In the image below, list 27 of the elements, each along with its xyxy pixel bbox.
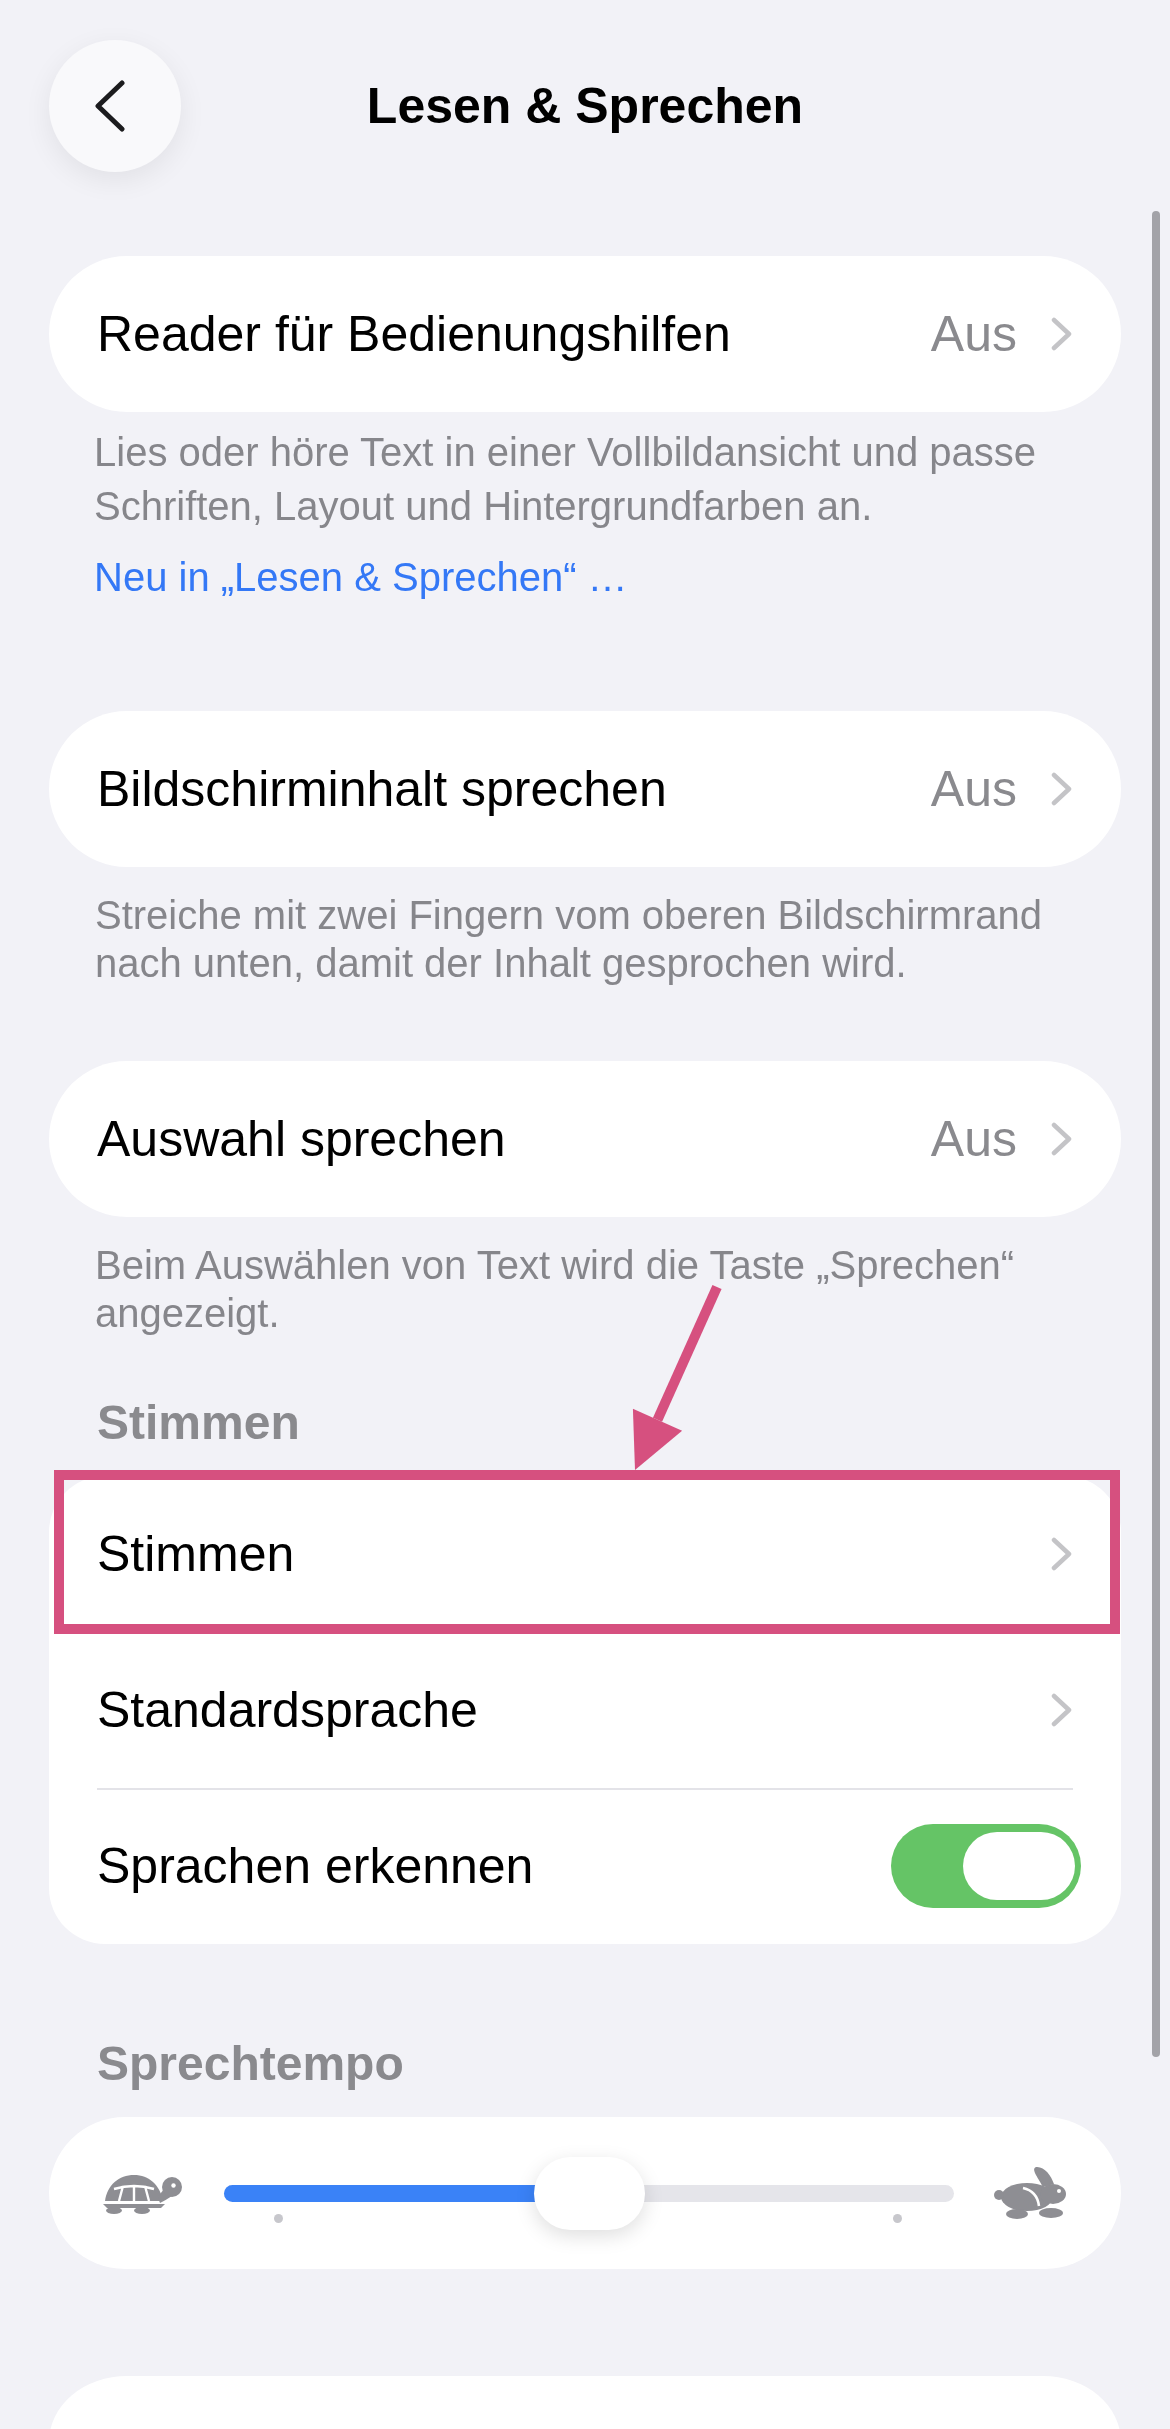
section-header: Stimmen xyxy=(96,1395,300,1451)
row-label[interactable]: Standardsprache xyxy=(97,1680,478,1740)
footer-link[interactable]: Neu in „Lesen & Sprechen“ … xyxy=(94,555,628,599)
footer-text: Lies oder höre Text in einer Vollbildansicht und passe Schriften, Layout und Hintergrundfarben an. xyxy=(93,429,1038,530)
row-label[interactable]: Bildschirminhalt sprechen xyxy=(97,759,667,819)
row-label[interactable]: Auswahl sprechen xyxy=(97,1109,506,1169)
row-label[interactable]: Reader für Bedienungshilfen xyxy=(97,304,731,364)
tick-mark-icon xyxy=(274,2213,283,2223)
chevron-right-icon xyxy=(1051,1693,1072,1727)
chevron-right-icon xyxy=(1051,1122,1072,1156)
footer-text: Beim Auswählen von Text wird die Taste „Sprechen“ angezeigt. xyxy=(94,1242,1015,1337)
row-value: Aus xyxy=(930,305,1017,364)
row-value: Aus xyxy=(930,1110,1017,1169)
row-value: Aus xyxy=(930,760,1017,819)
footer-text: Streiche mit zwei Fingern vom oberen Bildschirmrand nach unten, damit der Inhalt gesprochen wird. xyxy=(94,892,1044,987)
row-label[interactable]: Stimmen xyxy=(97,1524,295,1584)
chevron-right-icon xyxy=(1051,317,1072,351)
chevron-left-icon xyxy=(94,80,126,132)
rabbit-icon xyxy=(993,2166,1068,2220)
row-label[interactable]: Sprachen erkennen xyxy=(97,1836,534,1896)
tick-mark-icon xyxy=(893,2213,902,2223)
chevron-right-icon xyxy=(1051,1537,1072,1571)
page-title: Lesen & Sprechen xyxy=(366,77,804,136)
turtle-icon xyxy=(102,2172,183,2214)
chevron-right-icon xyxy=(1051,772,1072,806)
slider-track[interactable] xyxy=(224,2156,954,2230)
section-header: Sprechtempo xyxy=(96,2036,404,2092)
